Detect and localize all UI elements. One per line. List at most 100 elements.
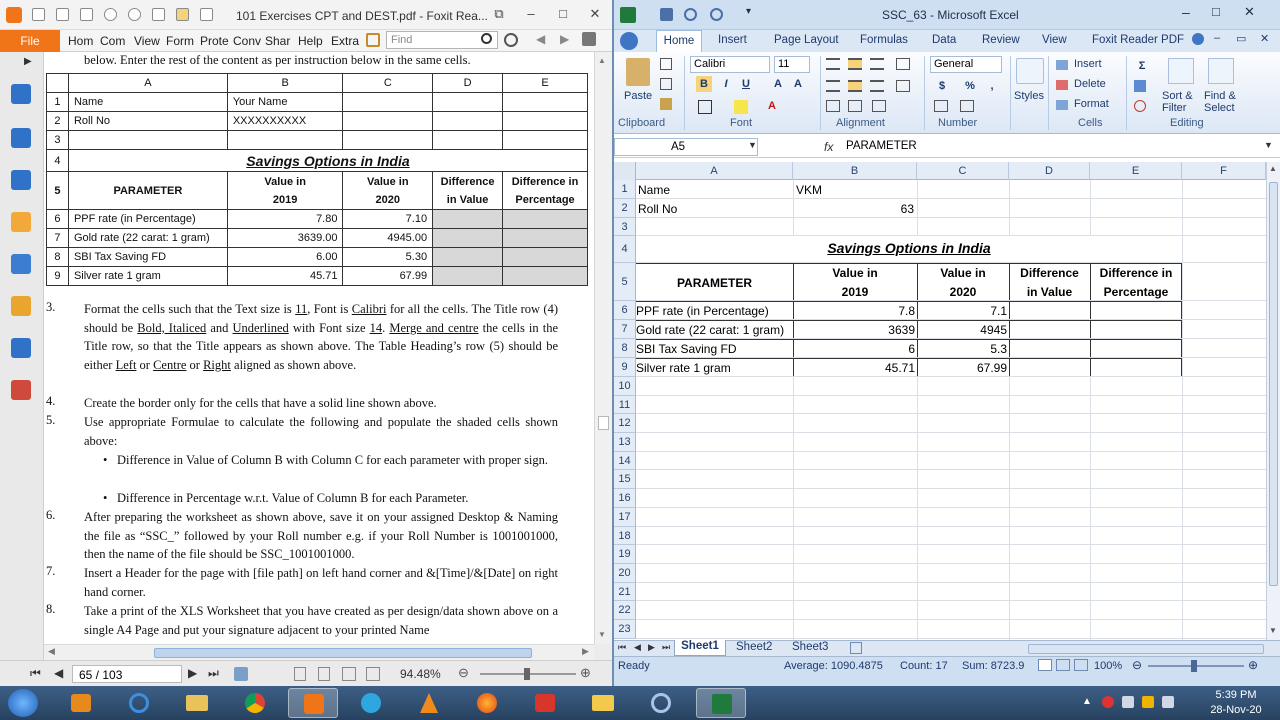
row-header[interactable]: 22 bbox=[614, 601, 636, 620]
row-header[interactable]: 3 bbox=[614, 218, 636, 236]
currency-icon[interactable]: $ bbox=[934, 78, 950, 94]
sheet-tab-2[interactable]: Sheet2 bbox=[736, 641, 772, 653]
ribbon-restore-icon[interactable]: ▭ bbox=[1236, 32, 1246, 45]
cut-icon[interactable] bbox=[660, 58, 672, 70]
clock-time[interactable]: 5:39 PM bbox=[1206, 689, 1266, 701]
scroll-up-icon[interactable]: ▲ bbox=[1269, 164, 1277, 173]
row-header[interactable]: 11 bbox=[614, 396, 636, 414]
tray-flag-icon[interactable] bbox=[1142, 696, 1154, 708]
bold-button[interactable]: B bbox=[696, 76, 712, 92]
header-diff-value-l1[interactable]: Difference bbox=[1009, 266, 1090, 280]
excel-vertical-scrollbar[interactable]: ▲ ▼ bbox=[1266, 162, 1280, 640]
font-size-combo[interactable]: 11 bbox=[774, 56, 810, 73]
header-parameter[interactable]: PARAMETER bbox=[636, 276, 793, 290]
horizontal-scroll-thumb[interactable] bbox=[1028, 644, 1264, 654]
styles-icon[interactable] bbox=[1016, 58, 1044, 84]
save-icon[interactable] bbox=[660, 8, 673, 21]
cell-c9[interactable]: 67.99 bbox=[917, 361, 1007, 375]
bookmark-icon[interactable] bbox=[11, 84, 31, 104]
close-button[interactable]: ✕ bbox=[1244, 4, 1255, 20]
row-header[interactable]: 10 bbox=[614, 377, 636, 396]
ribbon-close-icon[interactable]: ✕ bbox=[1260, 32, 1269, 45]
tab-protect[interactable]: Prote bbox=[200, 34, 229, 48]
select-all-corner[interactable] bbox=[614, 162, 636, 180]
cell-b8[interactable]: 6 bbox=[793, 342, 915, 356]
page-number-input[interactable]: 65 / 103 bbox=[72, 665, 182, 683]
tab-view[interactable]: View bbox=[1042, 34, 1067, 46]
scroll-left-icon[interactable]: ◀ bbox=[48, 646, 55, 657]
expand-formula-icon[interactable]: ▼ bbox=[1264, 140, 1273, 150]
sort-filter-icon[interactable] bbox=[1168, 58, 1194, 84]
find-select-label-1[interactable]: Find & bbox=[1204, 90, 1236, 102]
row-header[interactable]: 18 bbox=[614, 527, 636, 545]
cell-a1[interactable]: Name bbox=[638, 183, 670, 197]
cell-b9[interactable]: 45.71 bbox=[793, 361, 915, 375]
hand-tool-icon[interactable] bbox=[152, 8, 165, 21]
row-header[interactable]: 14 bbox=[614, 452, 636, 470]
undo-icon[interactable] bbox=[684, 8, 697, 21]
col-header-c[interactable]: C bbox=[917, 162, 1009, 180]
customize-toolbar-icon[interactable]: ▾ bbox=[746, 6, 751, 17]
tab-home[interactable]: Hom bbox=[68, 34, 93, 48]
align-right-icon[interactable] bbox=[870, 80, 884, 92]
maximize-button[interactable]: □ bbox=[552, 5, 574, 23]
zoom-level[interactable]: 100% bbox=[1094, 660, 1122, 672]
settings-gear-icon[interactable] bbox=[504, 33, 518, 47]
row-header[interactable]: 23 bbox=[614, 620, 636, 639]
tab-data[interactable]: Data bbox=[932, 34, 956, 46]
maximize-button[interactable]: □ bbox=[1212, 4, 1220, 19]
redo-icon[interactable] bbox=[128, 8, 141, 21]
scroll-down-icon[interactable]: ▼ bbox=[1269, 626, 1277, 635]
font-color-icon[interactable]: A bbox=[764, 98, 780, 114]
header-value-2020-l1[interactable]: Value in bbox=[917, 266, 1009, 280]
header-value-2019-l2[interactable]: 2019 bbox=[793, 285, 917, 299]
format-button[interactable]: Format bbox=[1074, 98, 1109, 110]
cell-a6[interactable]: PPF rate (in Percentage) bbox=[636, 304, 792, 318]
sheet-tab-1[interactable]: Sheet1 bbox=[674, 640, 726, 656]
taskbar-chrome-icon[interactable] bbox=[230, 688, 280, 718]
header-value-2019-l1[interactable]: Value in bbox=[793, 266, 917, 280]
continuous-page-icon[interactable] bbox=[318, 667, 330, 681]
col-header-d[interactable]: D bbox=[1009, 162, 1090, 180]
merge-center-icon[interactable] bbox=[896, 80, 910, 92]
print-icon[interactable] bbox=[80, 8, 93, 21]
expand-panel-icon[interactable]: ▶ bbox=[24, 56, 32, 67]
tab-convert[interactable]: Conv bbox=[233, 34, 261, 48]
tab-insert[interactable]: Insert bbox=[718, 34, 747, 46]
open-icon[interactable] bbox=[32, 8, 45, 21]
continuous-facing-icon[interactable] bbox=[366, 667, 380, 681]
row-header[interactable]: 1 bbox=[614, 180, 636, 199]
header-diff-pct-l1[interactable]: Difference in bbox=[1090, 266, 1182, 280]
autosum-icon[interactable]: Σ bbox=[1134, 58, 1150, 74]
insert-sheet-icon[interactable] bbox=[850, 642, 862, 654]
tab-view[interactable]: View bbox=[134, 34, 160, 48]
nav-forward-icon[interactable]: ▶ bbox=[560, 32, 569, 46]
tray-network-icon[interactable] bbox=[1122, 696, 1134, 708]
styles-button[interactable]: Styles bbox=[1014, 90, 1044, 102]
single-page-icon[interactable] bbox=[294, 667, 306, 681]
taskbar-explorer-icon[interactable] bbox=[172, 688, 222, 718]
clock-date[interactable]: 28-Nov-20 bbox=[1200, 704, 1272, 716]
cell-b1[interactable]: VKM bbox=[796, 183, 822, 197]
sheet-tab-3[interactable]: Sheet3 bbox=[792, 641, 828, 653]
cell-a7[interactable]: Gold rate (22 carat: 1 gram) bbox=[636, 323, 792, 337]
account-icon[interactable] bbox=[582, 32, 596, 46]
row-header[interactable]: 8 bbox=[614, 339, 636, 358]
ribbon-minimize-icon[interactable]: – bbox=[1214, 32, 1220, 44]
security-lock-icon[interactable] bbox=[11, 296, 31, 316]
zoom-slider-thumb[interactable] bbox=[524, 668, 530, 680]
row-header[interactable]: 16 bbox=[614, 489, 636, 508]
scroll-thumb[interactable] bbox=[154, 648, 532, 658]
tab-help[interactable]: Help bbox=[298, 34, 323, 48]
next-page-icon[interactable]: ▶ bbox=[188, 666, 197, 680]
sheet-nav-last-icon[interactable]: ⏭ bbox=[662, 642, 670, 653]
header-diff-value-l2[interactable]: in Value bbox=[1009, 285, 1090, 299]
increase-decimal-icon[interactable] bbox=[934, 100, 948, 112]
cell-b6[interactable]: 7.8 bbox=[793, 304, 915, 318]
delete-cells-icon[interactable] bbox=[1056, 80, 1068, 90]
cell-c6[interactable]: 7.1 bbox=[917, 304, 1007, 318]
comma-style-icon[interactable]: , bbox=[984, 78, 1000, 94]
office-button-icon[interactable] bbox=[620, 32, 638, 50]
zoom-level[interactable]: 94.48% bbox=[400, 667, 441, 681]
clear-icon[interactable] bbox=[1134, 100, 1146, 112]
